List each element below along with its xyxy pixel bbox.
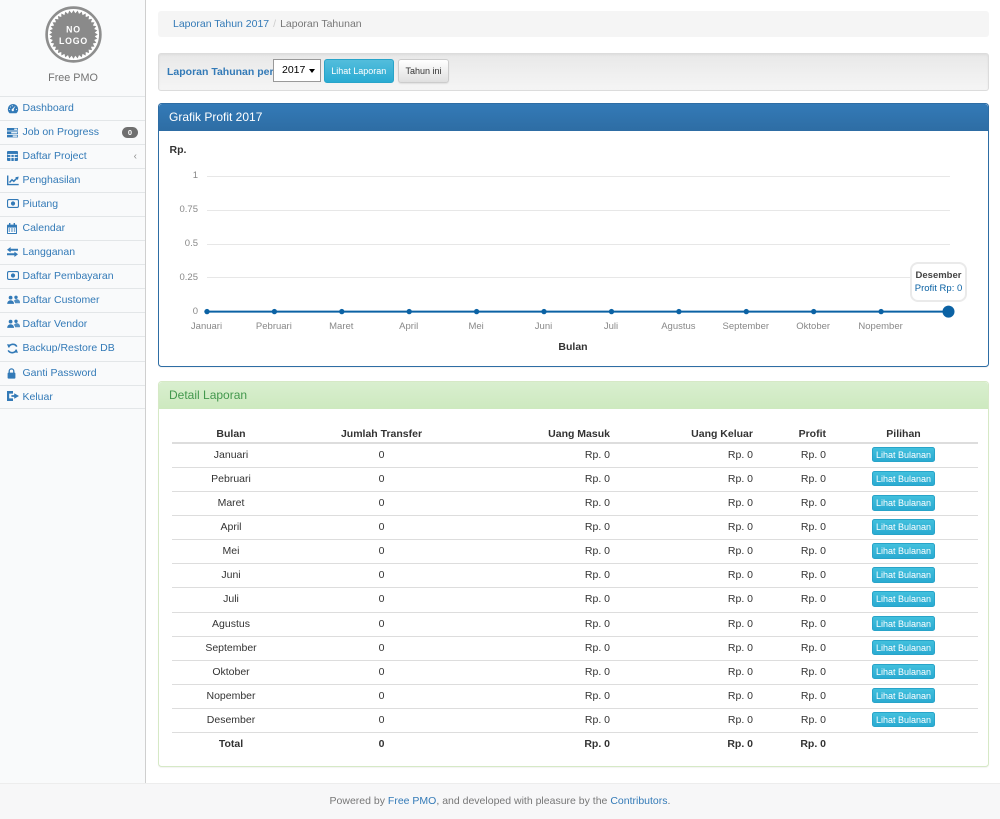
svg-text:LOGO: LOGO	[59, 36, 88, 46]
svg-text:NO: NO	[66, 25, 81, 35]
